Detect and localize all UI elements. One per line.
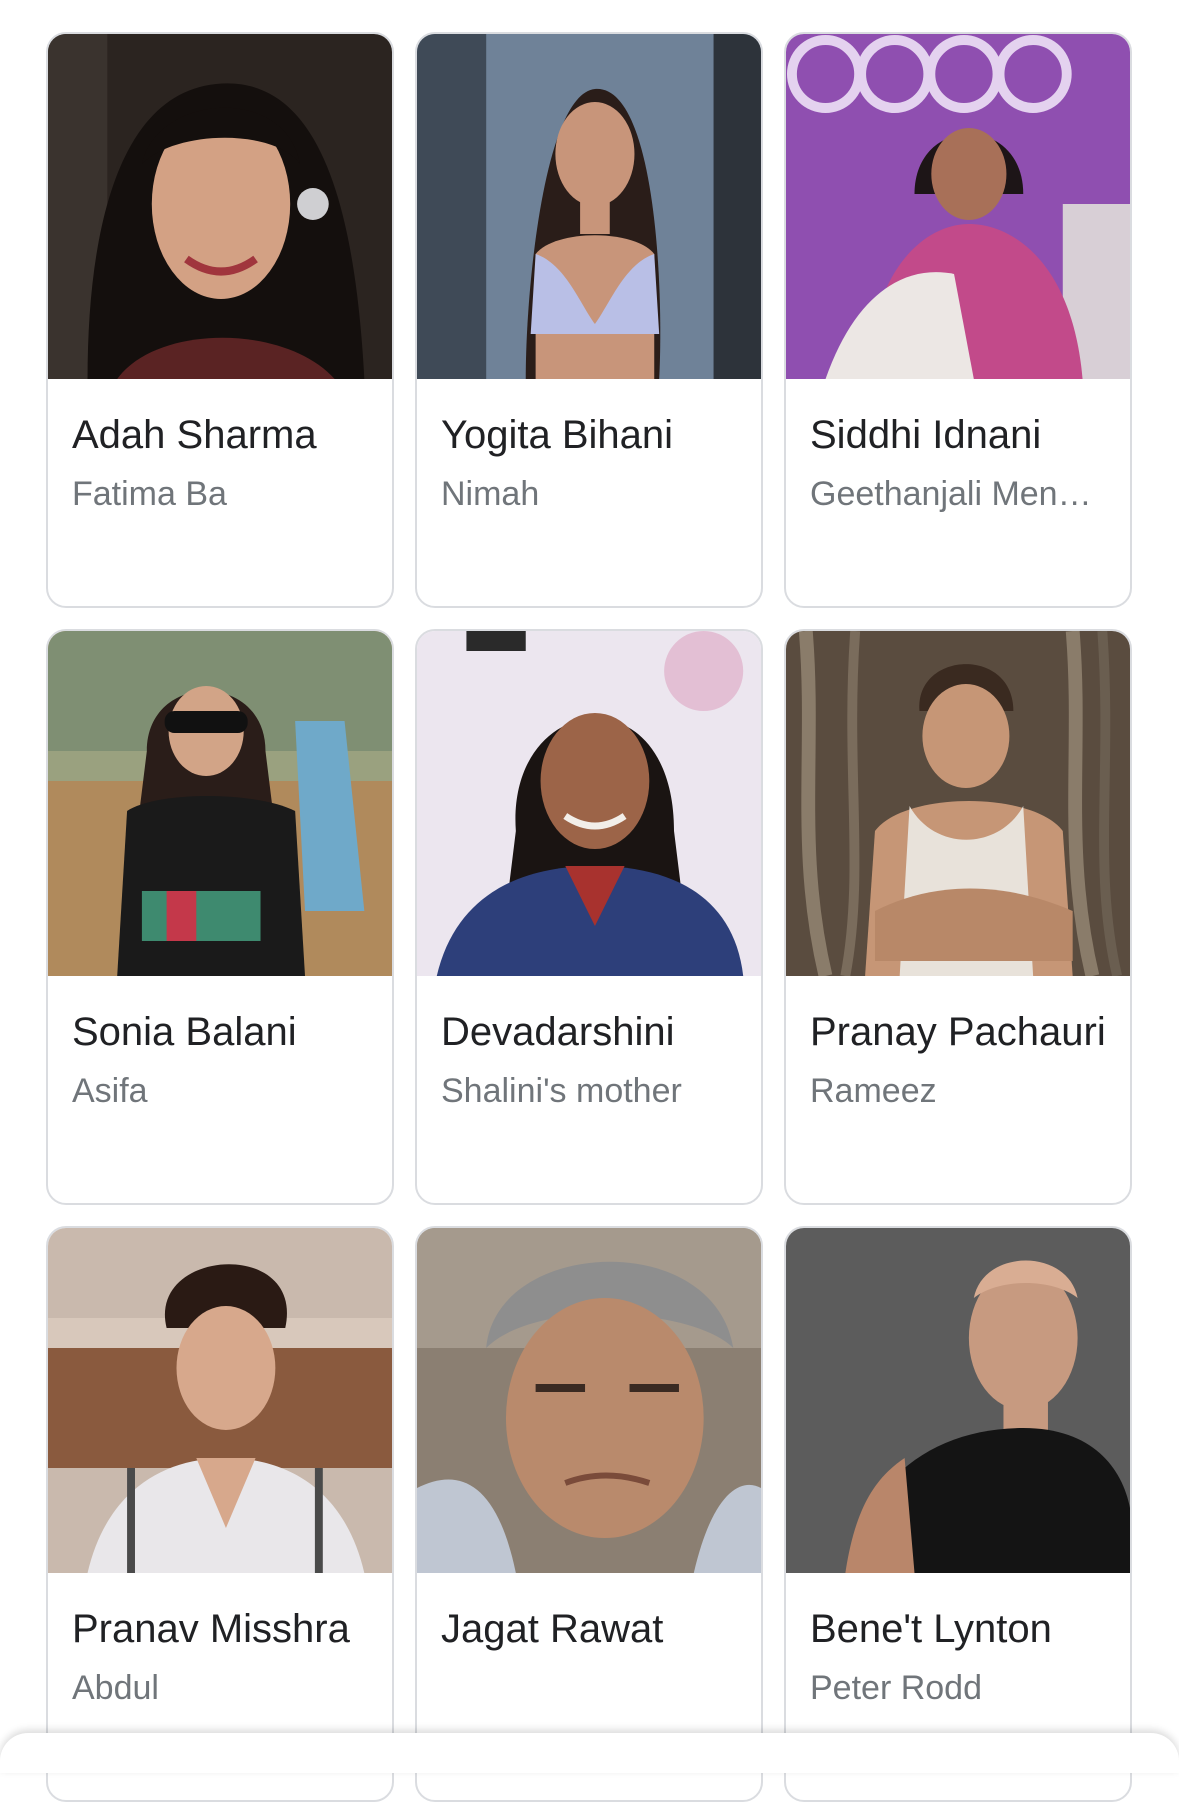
cast-info: Bene't Lynton Peter Rodd [786, 1573, 1130, 1709]
cast-info: Pranay Pachauri Rameez [786, 976, 1130, 1112]
cast-info: Yogita Bihani Nimah [417, 379, 761, 515]
cast-photo [786, 631, 1130, 976]
cast-info: Jagat Rawat [417, 1573, 761, 1667]
cast-info: Devadarshini Shalini's mother [417, 976, 761, 1112]
cast-role: Rameez [810, 1072, 937, 1110]
cast-role: Geethanjali Men… [810, 475, 1092, 513]
cast-card[interactable]: Siddhi Idnani Geethanjali Men… [784, 32, 1132, 608]
cast-card[interactable]: Bene't Lynton Peter Rodd [784, 1226, 1132, 1802]
cast-name: Jagat Rawat [441, 1607, 664, 1651]
cast-card[interactable]: Pranav Misshra Abdul [46, 1226, 394, 1802]
cast-card[interactable]: Sonia Balani Asifa [46, 629, 394, 1205]
bottom-sheet-edge[interactable] [0, 1733, 1179, 1773]
cast-photo [48, 1228, 392, 1573]
cast-photo [417, 631, 761, 976]
cast-info: Siddhi Idnani Geethanjali Men… [786, 379, 1130, 515]
cast-name: Siddhi Idnani [810, 413, 1042, 457]
cast-card[interactable]: Jagat Rawat [415, 1226, 763, 1802]
cast-name: Pranav Misshra [72, 1607, 350, 1651]
cast-name: Sonia Balani [72, 1010, 297, 1054]
cast-role: Fatima Ba [72, 475, 227, 513]
cast-name: Pranay Pachauri [810, 1010, 1106, 1054]
cast-photo [786, 34, 1130, 379]
cast-photo [48, 631, 392, 976]
cast-photo [786, 1228, 1130, 1573]
cast-role: Shalini's mother [441, 1072, 682, 1110]
cast-card[interactable]: Adah Sharma Fatima Ba [46, 32, 394, 608]
cast-photo [417, 1228, 761, 1573]
cast-role: Peter Rodd [810, 1669, 982, 1707]
cast-card[interactable]: Pranay Pachauri Rameez [784, 629, 1132, 1205]
cast-photo [417, 34, 761, 379]
cast-info: Adah Sharma Fatima Ba [48, 379, 392, 515]
cast-info: Pranav Misshra Abdul [48, 1573, 392, 1709]
cast-name: Adah Sharma [72, 413, 317, 457]
cast-name: Devadarshini [441, 1010, 675, 1054]
cast-grid: Adah Sharma Fatima Ba Yogita Bihani Nima… [46, 32, 1132, 1802]
cast-card[interactable]: Devadarshini Shalini's mother [415, 629, 763, 1205]
cast-role: Nimah [441, 475, 540, 513]
cast-info: Sonia Balani Asifa [48, 976, 392, 1112]
cast-photo [48, 34, 392, 379]
cast-role: Asifa [72, 1072, 148, 1110]
cast-name: Bene't Lynton [810, 1607, 1052, 1651]
cast-card[interactable]: Yogita Bihani Nimah [415, 32, 763, 608]
cast-role: Abdul [72, 1669, 159, 1707]
cast-name: Yogita Bihani [441, 413, 674, 457]
